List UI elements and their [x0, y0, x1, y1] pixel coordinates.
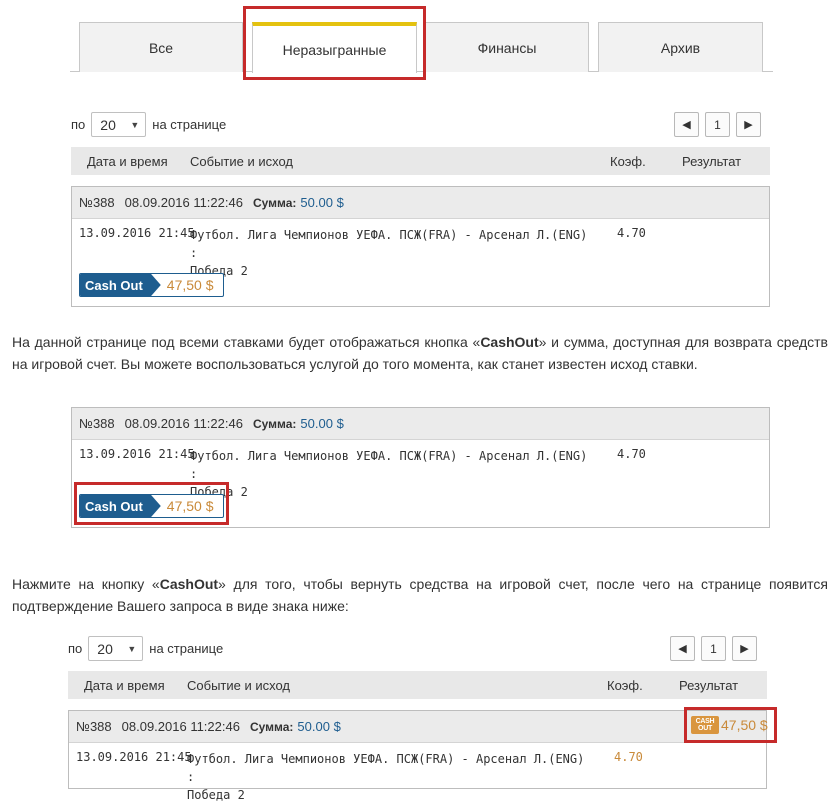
- para1-text-before: На данной странице под всеми ставками бу…: [12, 334, 481, 350]
- per-page-value: 20: [97, 640, 113, 657]
- cashout-button[interactable]: Cash Out 47,50 $: [79, 273, 224, 297]
- chevron-down-icon: ▼: [130, 119, 140, 130]
- chevron-down-icon: ▼: [127, 643, 137, 654]
- prev-page-button[interactable]: ◀: [670, 636, 695, 661]
- per-page-control-2: по 20 ▼ на странице: [68, 636, 223, 661]
- tab-unplayed[interactable]: Неразыгранные: [252, 22, 417, 73]
- per-page-suffix: на странице: [152, 117, 227, 132]
- col-coef: Коэф.: [607, 678, 643, 693]
- next-page-button[interactable]: ▶: [736, 112, 761, 137]
- pager-2: ◀ 1 ▶: [670, 636, 757, 661]
- bet-card: №388 08.09.2016 11:22:46 Сумма: 50.00 $ …: [71, 186, 770, 307]
- col-event: Событие и исход: [190, 154, 293, 169]
- per-page-prefix: по: [68, 641, 83, 656]
- cashout-amount: 47,50 $: [166, 498, 214, 514]
- tab-unplayed-label: Неразыгранные: [282, 41, 387, 58]
- event-description: Футбол. Лига Чемпионов УЕФА. ПСЖ(FRA) - …: [190, 226, 600, 280]
- event-line-1: Футбол. Лига Чемпионов УЕФА. ПСЖ(FRA) - …: [190, 449, 588, 481]
- event-date: 13.09.2016 21:45: [76, 750, 192, 764]
- bet-number: №388: [79, 416, 115, 431]
- info-paragraph-2: Нажмите на кнопку «CashOut» для того, чт…: [12, 573, 828, 617]
- col-event: Событие и исход: [187, 678, 290, 693]
- cashout-icon: CASH OUT: [691, 716, 719, 734]
- col-datetime: Дата и время: [87, 154, 168, 169]
- event-coef: 4.70: [614, 750, 643, 764]
- bet-event-row: 13.09.2016 21:45 Футбол. Лига Чемпионов …: [72, 440, 769, 499]
- col-result: Результат: [682, 154, 742, 169]
- page-1-button[interactable]: 1: [705, 112, 730, 137]
- page-1-button[interactable]: 1: [701, 636, 726, 661]
- bet-placed: 08.09.2016 11:22:46: [124, 416, 243, 431]
- bet-header: №388 08.09.2016 11:22:46 Сумма: 50.00 $: [69, 711, 766, 743]
- bet-sum-label: Сумма:: [252, 195, 297, 210]
- cashout-label: Cash Out: [80, 274, 161, 296]
- bet-number: №388: [79, 195, 115, 210]
- cashout-amount: 47,50 $: [166, 277, 214, 293]
- bet-sum-value: 50.00 $: [300, 416, 344, 431]
- bet-placed: 08.09.2016 11:22:46: [124, 195, 243, 210]
- prev-page-button[interactable]: ◀: [674, 112, 699, 137]
- next-page-button[interactable]: ▶: [732, 636, 757, 661]
- event-coef: 4.70: [617, 226, 646, 240]
- col-result: Результат: [679, 678, 739, 693]
- per-page-control: по 20 ▼ на странице: [71, 112, 226, 137]
- bet-number: №388: [76, 719, 112, 734]
- event-description: Футбол. Лига Чемпионов УЕФА. ПСЖ(FRA) - …: [190, 447, 600, 501]
- para2-bold: CashOut: [159, 576, 219, 592]
- tab-archive[interactable]: Архив: [598, 22, 763, 72]
- per-page-value: 20: [100, 116, 116, 133]
- cashout-icon-line-2: OUT: [698, 725, 712, 732]
- result-amount: 47,50 $: [721, 717, 768, 733]
- tab-finance-label: Финансы: [477, 39, 537, 56]
- per-page-select[interactable]: 20 ▼: [91, 112, 147, 137]
- cashout-button[interactable]: Cash Out 47,50 $: [79, 494, 224, 518]
- col-coef: Коэф.: [610, 154, 646, 169]
- event-line-1: Футбол. Лига Чемпионов УЕФА. ПСЖ(FRA) - …: [190, 228, 588, 260]
- event-description: Футбол. Лига Чемпионов УЕФА. ПСЖ(FRA) - …: [187, 750, 597, 804]
- per-page-select[interactable]: 20 ▼: [88, 636, 144, 661]
- cashout-label: Cash Out: [80, 495, 161, 517]
- event-date: 13.09.2016 21:45: [79, 226, 195, 240]
- tab-all-label: Все: [148, 39, 174, 56]
- bet-sum-value: 50.00 $: [297, 719, 341, 734]
- bet-header: №388 08.09.2016 11:22:46 Сумма: 50.00 $: [72, 408, 769, 440]
- table-header-2: Дата и время Событие и исход Коэф. Резул…: [68, 671, 767, 699]
- bet-sum-label: Сумма:: [252, 416, 297, 431]
- event-date: 13.09.2016 21:45: [79, 447, 195, 461]
- tabs-bar: Все Неразыгранные Финансы Архив: [70, 0, 773, 73]
- bet-card-3: №388 08.09.2016 11:22:46 Сумма: 50.00 $ …: [68, 710, 767, 802]
- tab-all[interactable]: Все: [79, 22, 243, 72]
- bet-sum-label: Сумма:: [249, 719, 294, 734]
- table-header: Дата и время Событие и исход Коэф. Резул…: [71, 147, 770, 175]
- per-page-prefix: по: [71, 117, 86, 132]
- bet-event-row: 13.09.2016 21:45 Футбол. Лига Чемпионов …: [72, 219, 769, 278]
- para2-text-before: Нажмите на кнопку «: [12, 576, 160, 592]
- cashout-result-badge: CASH OUT 47,50 $: [691, 716, 768, 734]
- per-page-suffix: на странице: [149, 641, 224, 656]
- cashout-icon-line-1: CASH: [695, 718, 715, 725]
- para1-bold: CashOut: [480, 334, 539, 350]
- col-datetime: Дата и время: [84, 678, 165, 693]
- bet-placed: 08.09.2016 11:22:46: [121, 719, 240, 734]
- tab-finance[interactable]: Финансы: [425, 22, 589, 72]
- event-line-1: Футбол. Лига Чемпионов УЕФА. ПСЖ(FRA) - …: [187, 752, 585, 784]
- bet-header: №388 08.09.2016 11:22:46 Сумма: 50.00 $: [72, 187, 769, 219]
- bet-card-2: №388 08.09.2016 11:22:46 Сумма: 50.00 $ …: [71, 407, 770, 528]
- event-line-2: Победа 2: [187, 788, 245, 802]
- tab-archive-label: Архив: [660, 39, 701, 56]
- info-paragraph-1: На данной странице под всеми ставками бу…: [12, 331, 828, 375]
- event-coef: 4.70: [617, 447, 646, 461]
- bet-sum-value: 50.00 $: [300, 195, 344, 210]
- bet-event-row: 13.09.2016 21:45 Футбол. Лига Чемпионов …: [69, 743, 766, 802]
- pager: ◀ 1 ▶: [674, 112, 761, 137]
